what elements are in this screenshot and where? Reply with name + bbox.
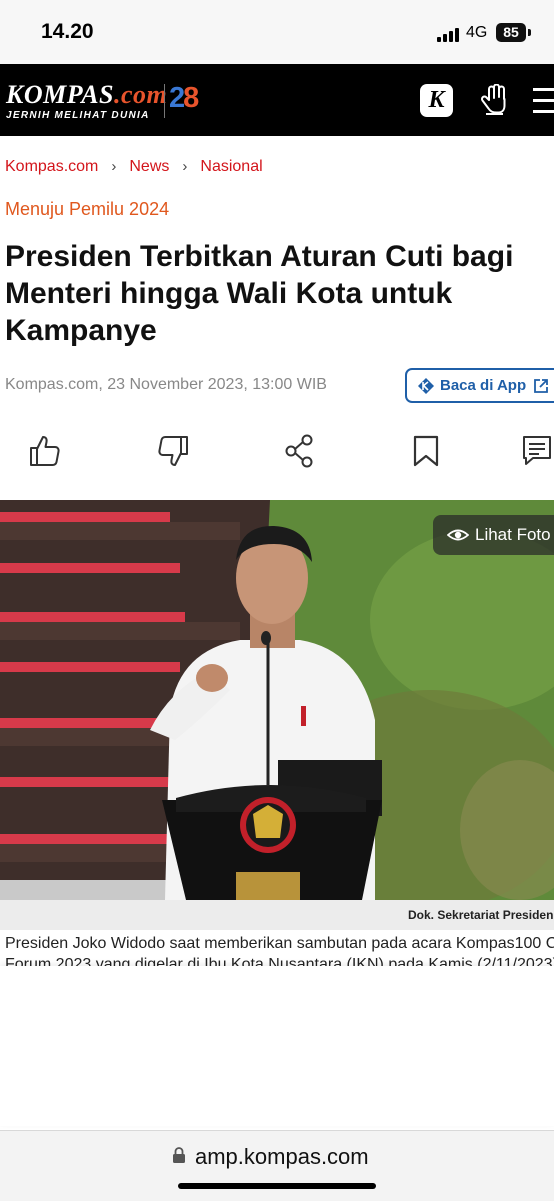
logo-domain: .com (114, 80, 168, 109)
kompas-logo[interactable]: KOMPAS.com (6, 80, 167, 110)
anniversary-logo: 28 (169, 82, 199, 115)
article-title: Presiden Terbitkan Aturan Cuti bagi Ment… (5, 240, 514, 347)
share-icon[interactable] (283, 432, 319, 470)
kompas-k-icon (417, 377, 435, 395)
anniversary-digit-2: 2 (169, 82, 185, 114)
battery-tip (528, 29, 531, 36)
article-dateline: Kompas.com, 23 November 2023, 13:00 WIB (5, 376, 327, 393)
home-indicator (178, 1183, 376, 1189)
status-time: 14.20 (41, 20, 94, 43)
anniversary-digit-8: 8 (183, 82, 199, 114)
photo-credit: Dok. Sekretariat Presiden (408, 908, 554, 922)
breadcrumb-home[interactable]: Kompas.com (5, 158, 98, 175)
read-in-app-label: Baca di App (440, 377, 527, 394)
article-photo[interactable] (0, 500, 554, 900)
battery-icon: 85 (496, 23, 526, 42)
breadcrumb-separator: › (182, 158, 188, 175)
hand-icon[interactable] (480, 83, 510, 118)
breadcrumb: Kompas.com › News › Nasional (5, 158, 263, 176)
view-photo-button[interactable]: Lihat Foto (433, 515, 554, 555)
logo-divider (164, 84, 165, 118)
comment-icon[interactable] (519, 432, 554, 470)
k-app-icon[interactable]: K (420, 84, 453, 117)
lock-icon (172, 1146, 186, 1164)
site-header: KOMPAS.com JERNIH MELIHAT DUNIA 28 K (0, 64, 554, 136)
eye-icon (446, 526, 470, 544)
external-link-icon (533, 378, 549, 394)
logo-name: KOMPAS (6, 80, 114, 109)
breadcrumb-separator: › (111, 158, 117, 175)
like-icon[interactable] (27, 432, 63, 470)
view-photo-label: Lihat Foto (475, 525, 551, 544)
logo-tagline: JERNIH MELIHAT DUNIA (6, 110, 150, 121)
bookmark-icon[interactable] (410, 432, 446, 470)
menu-icon[interactable] (533, 88, 554, 114)
dislike-icon[interactable] (155, 432, 191, 470)
topic-link[interactable]: Menuju Pemilu 2024 (5, 199, 169, 220)
network-label: 4G (466, 24, 488, 41)
read-in-app-button[interactable]: Baca di App (405, 368, 554, 403)
signal-icon (437, 26, 463, 42)
browser-bottom-bar: amp.kompas.com (0, 1130, 554, 1201)
breadcrumb-news[interactable]: News (129, 158, 169, 175)
content-overlay (0, 966, 554, 1126)
url-bar[interactable]: amp.kompas.com (195, 1144, 369, 1170)
status-bar: 14.20 4G 85 (0, 0, 554, 64)
breadcrumb-nasional[interactable]: Nasional (200, 158, 262, 175)
